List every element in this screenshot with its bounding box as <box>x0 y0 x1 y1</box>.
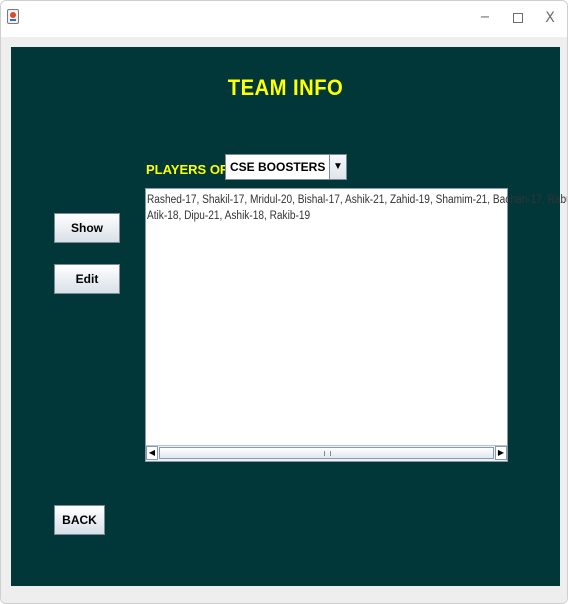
java-app-icon <box>7 9 19 24</box>
title-bar: − X <box>1 1 567 37</box>
maximize-icon <box>513 12 523 23</box>
scrollbar-thumb[interactable] <box>159 447 494 459</box>
back-button[interactable]: BACK <box>54 505 105 535</box>
players-list-text: Rashed-17, Shakil-17, Mridul-20, Bishal-… <box>147 194 567 222</box>
team-select-value: CSE BOOSTERS <box>230 160 326 174</box>
page-title: TEAM INFO <box>227 75 344 100</box>
grip-icon <box>323 451 331 456</box>
scroll-right-icon[interactable]: ▶ <box>495 446 507 460</box>
maximize-button[interactable] <box>503 7 533 29</box>
minimize-button[interactable]: − <box>470 7 500 29</box>
scroll-left-icon[interactable]: ◀ <box>146 446 158 460</box>
team-info-panel: TEAM INFO PLAYERS OF: CSE BOOSTERS ▼ Ras… <box>11 47 567 586</box>
edit-button[interactable]: Edit <box>54 264 120 294</box>
players-text-area[interactable]: Rashed-17, Shakil-17, Mridul-20, Bishal-… <box>145 188 567 462</box>
players-of-label: PLAYERS OF: <box>146 162 233 177</box>
close-button[interactable]: X <box>535 7 565 29</box>
show-button[interactable]: Show <box>54 213 120 243</box>
horizontal-scrollbar[interactable]: ◀ ▶ <box>146 445 507 461</box>
dropdown-arrow-icon[interactable]: ▼ <box>329 155 346 179</box>
team-select[interactable]: CSE BOOSTERS ▼ <box>225 154 347 180</box>
app-window: − X TEAM INFO PLAYERS OF: CSE BOOSTERS ▼… <box>0 0 568 604</box>
